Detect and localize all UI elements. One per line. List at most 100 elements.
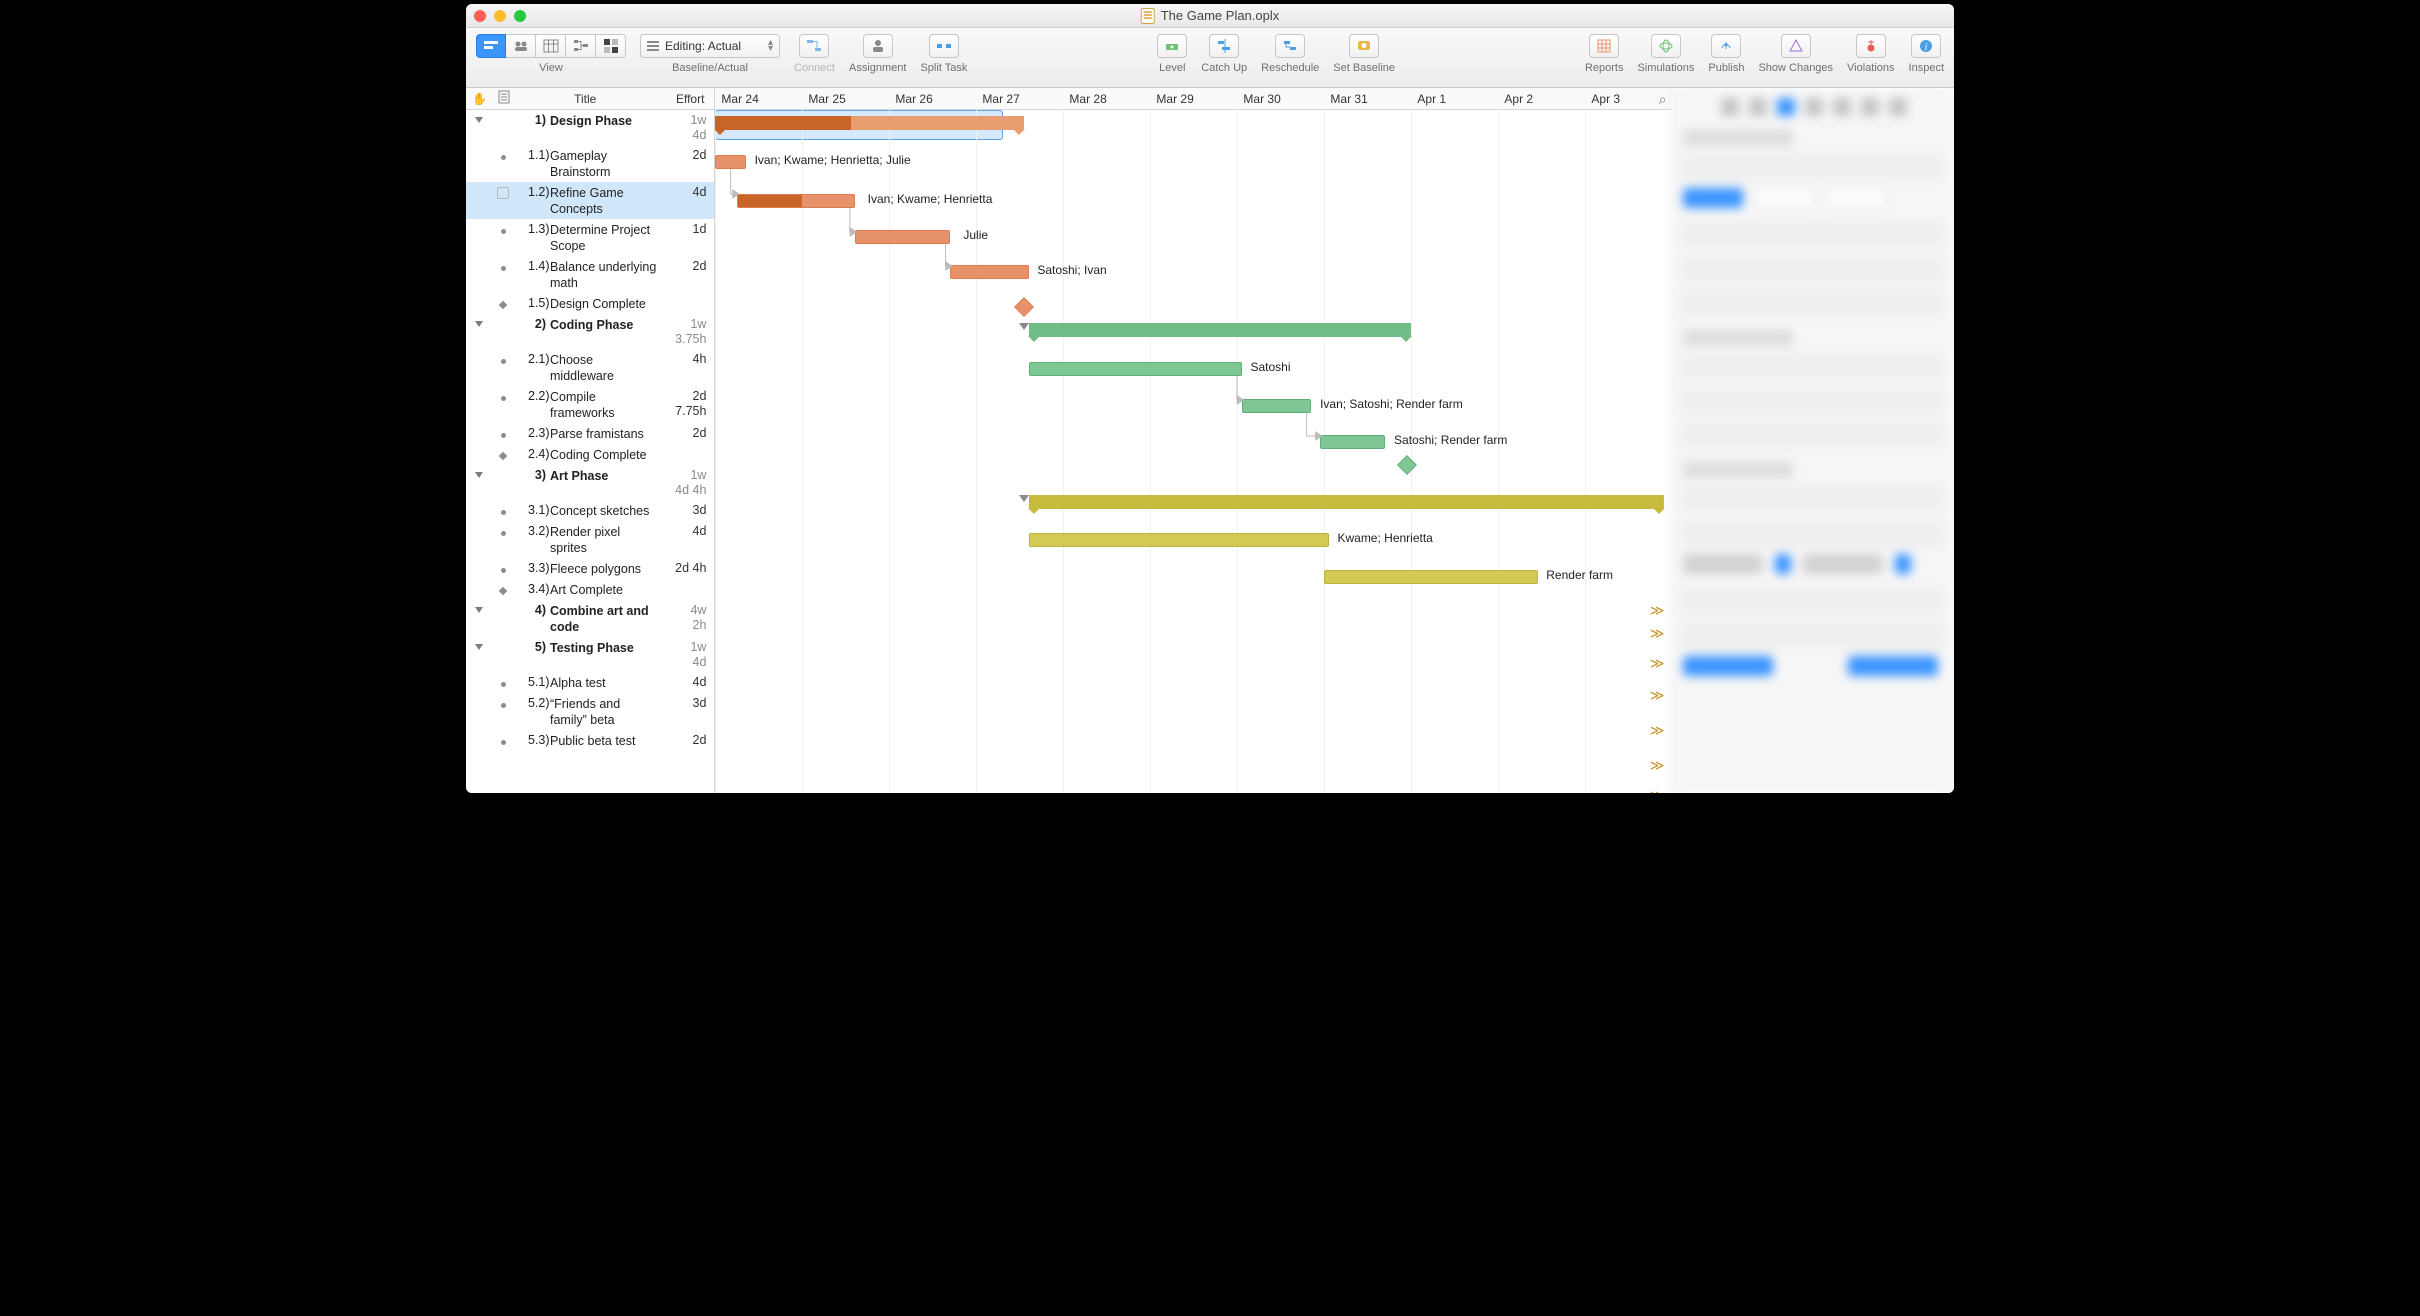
outline-row[interactable]: 3.4)Art Complete bbox=[466, 579, 714, 600]
date-header[interactable]: Mar 27 bbox=[976, 92, 1063, 106]
reschedule-label: Reschedule bbox=[1261, 62, 1319, 74]
chevron-updown-icon: ▴▾ bbox=[768, 40, 773, 52]
outline-row[interactable]: 1.3)Determine Project Scope1d bbox=[466, 219, 714, 256]
outline-row[interactable]: 1.5)Design Complete bbox=[466, 293, 714, 314]
overflow-indicator-icon: ≫ bbox=[1650, 687, 1665, 704]
close-window-button[interactable] bbox=[474, 10, 486, 22]
assignment-button[interactable] bbox=[863, 34, 893, 58]
split-button[interactable] bbox=[929, 34, 959, 58]
inspect-button[interactable]: i bbox=[1911, 34, 1941, 58]
gantt-bar[interactable] bbox=[737, 194, 854, 208]
milestone-marker[interactable] bbox=[1397, 455, 1417, 475]
inspect-label: Inspect bbox=[1909, 62, 1944, 74]
outline-pane: ✋ Title Effort 1)Design Phase1w 4d1.1)Ga… bbox=[466, 88, 715, 793]
row-effort: 1d bbox=[660, 222, 714, 237]
violations-button[interactable] bbox=[1856, 34, 1886, 58]
outline-body[interactable]: 1)Design Phase1w 4d1.1)Gameplay Brainsto… bbox=[466, 110, 714, 793]
outline-row[interactable]: 1.1)Gameplay Brainstorm2d bbox=[466, 145, 714, 182]
outline-row[interactable]: 5.1)Alpha test4d bbox=[466, 672, 714, 693]
milestone-marker[interactable] bbox=[1014, 297, 1034, 317]
violations-label: Violations bbox=[1847, 62, 1895, 74]
row-title: Parse framistans bbox=[550, 426, 660, 442]
outline-row[interactable]: 5.2)“Friends and family” beta3d bbox=[466, 693, 714, 730]
view-calendar-button[interactable] bbox=[536, 34, 566, 58]
gantt-bar[interactable] bbox=[1029, 362, 1242, 376]
outline-row[interactable]: 2.4)Coding Complete bbox=[466, 444, 714, 465]
outline-row[interactable]: 3.2)Render pixel sprites4d bbox=[466, 521, 714, 558]
note-icon[interactable] bbox=[497, 187, 509, 199]
disclosure-triangle-icon[interactable] bbox=[475, 607, 483, 613]
outline-row[interactable]: 3.1)Concept sketches3d bbox=[466, 500, 714, 521]
row-number: 2.2) bbox=[514, 389, 550, 403]
gantt-bar[interactable] bbox=[950, 265, 1028, 279]
outline-row[interactable]: 2.2)Compile frameworks2d 7.75h bbox=[466, 386, 714, 423]
gantt-bar[interactable] bbox=[1029, 323, 1412, 337]
gantt-bar[interactable] bbox=[715, 155, 745, 169]
outline-row[interactable]: 1)Design Phase1w 4d bbox=[466, 110, 714, 145]
publish-button[interactable] bbox=[1711, 34, 1741, 58]
connect-button[interactable] bbox=[799, 34, 829, 58]
date-header[interactable]: Apr 2 bbox=[1498, 92, 1585, 106]
gantt-body[interactable]: Ivan; Kwame; Henrietta; JulieIvan; Kwame… bbox=[715, 110, 1672, 793]
gantt-bar[interactable] bbox=[1242, 399, 1312, 413]
zoom-window-button[interactable] bbox=[514, 10, 526, 22]
drag-column-header[interactable]: ✋ bbox=[466, 92, 492, 106]
date-header[interactable]: Apr 1 bbox=[1411, 92, 1498, 106]
level-button[interactable] bbox=[1157, 34, 1187, 58]
date-header[interactable]: Mar 25 bbox=[802, 92, 889, 106]
date-header[interactable]: Mar 31 bbox=[1324, 92, 1411, 106]
gantt-bar[interactable] bbox=[1029, 533, 1329, 547]
minimize-window-button[interactable] bbox=[494, 10, 506, 22]
disclosure-triangle-icon[interactable] bbox=[475, 321, 483, 327]
catchup-button[interactable] bbox=[1209, 34, 1239, 58]
date-header[interactable]: Mar 28 bbox=[1063, 92, 1150, 106]
row-effort: 2d bbox=[660, 259, 714, 274]
gantt-bar[interactable] bbox=[1324, 570, 1537, 584]
gantt-bar[interactable] bbox=[1320, 435, 1385, 449]
view-styles-button[interactable] bbox=[596, 34, 626, 58]
bullet-icon bbox=[501, 703, 506, 708]
bar-label: Julie bbox=[963, 228, 988, 242]
outline-row[interactable]: 5)Testing Phase1w 4d bbox=[466, 637, 714, 672]
view-gantt-button[interactable] bbox=[476, 34, 506, 58]
date-header[interactable]: Mar 30 bbox=[1237, 92, 1324, 106]
outline-row[interactable]: 3)Art Phase1w 4d 4h bbox=[466, 465, 714, 500]
disclosure-triangle-icon[interactable] bbox=[475, 644, 483, 650]
row-effort: 2d bbox=[660, 733, 714, 748]
baseline-group: Editing: Actual ▴▾ Baseline/Actual bbox=[640, 34, 780, 74]
row-title: Alpha test bbox=[550, 675, 660, 691]
view-network-button[interactable] bbox=[566, 34, 596, 58]
date-header[interactable]: Mar 29 bbox=[1150, 92, 1237, 106]
view-resources-button[interactable] bbox=[506, 34, 536, 58]
outline-row[interactable]: 4)Combine art and code4w 2h bbox=[466, 600, 714, 637]
outline-row[interactable]: 2.1)Choose middleware4h bbox=[466, 349, 714, 386]
level-group: Level bbox=[1157, 34, 1187, 74]
gantt-bar[interactable] bbox=[855, 230, 951, 244]
bar-label: Satoshi; Ivan bbox=[1037, 263, 1106, 277]
reports-button[interactable] bbox=[1589, 34, 1619, 58]
gantt-bar[interactable] bbox=[715, 116, 1024, 130]
disclosure-triangle-icon[interactable] bbox=[475, 117, 483, 123]
title-column-header[interactable]: Title bbox=[514, 92, 656, 106]
gantt-bar[interactable] bbox=[1029, 495, 1664, 509]
outline-row[interactable]: 1.2)Refine Game Concepts4d bbox=[466, 182, 714, 219]
effort-column-header[interactable]: Effort bbox=[656, 92, 714, 106]
outline-row[interactable]: 3.3)Fleece polygons2d 4h bbox=[466, 558, 714, 579]
outline-row[interactable]: 1.4)Balance underlying math2d bbox=[466, 256, 714, 293]
date-header[interactable]: Mar 24 bbox=[715, 92, 802, 106]
zoom-icon[interactable]: ⌕ bbox=[1659, 91, 1667, 108]
outline-row[interactable]: 2)Coding Phase1w 3.75h bbox=[466, 314, 714, 349]
simulations-group: Simulations bbox=[1638, 34, 1695, 74]
showchanges-button[interactable] bbox=[1781, 34, 1811, 58]
assignment-group: Assignment bbox=[849, 34, 906, 74]
note-column-header[interactable] bbox=[492, 90, 514, 107]
simulations-button[interactable] bbox=[1651, 34, 1681, 58]
publish-group: Publish bbox=[1708, 34, 1744, 74]
baseline-dropdown[interactable]: Editing: Actual ▴▾ bbox=[640, 34, 780, 58]
outline-row[interactable]: 5.3)Public beta test2d bbox=[466, 730, 714, 751]
date-header[interactable]: Mar 26 bbox=[889, 92, 976, 106]
disclosure-triangle-icon[interactable] bbox=[475, 472, 483, 478]
outline-row[interactable]: 2.3)Parse framistans2d bbox=[466, 423, 714, 444]
reschedule-button[interactable] bbox=[1275, 34, 1305, 58]
setbaseline-button[interactable] bbox=[1349, 34, 1379, 58]
